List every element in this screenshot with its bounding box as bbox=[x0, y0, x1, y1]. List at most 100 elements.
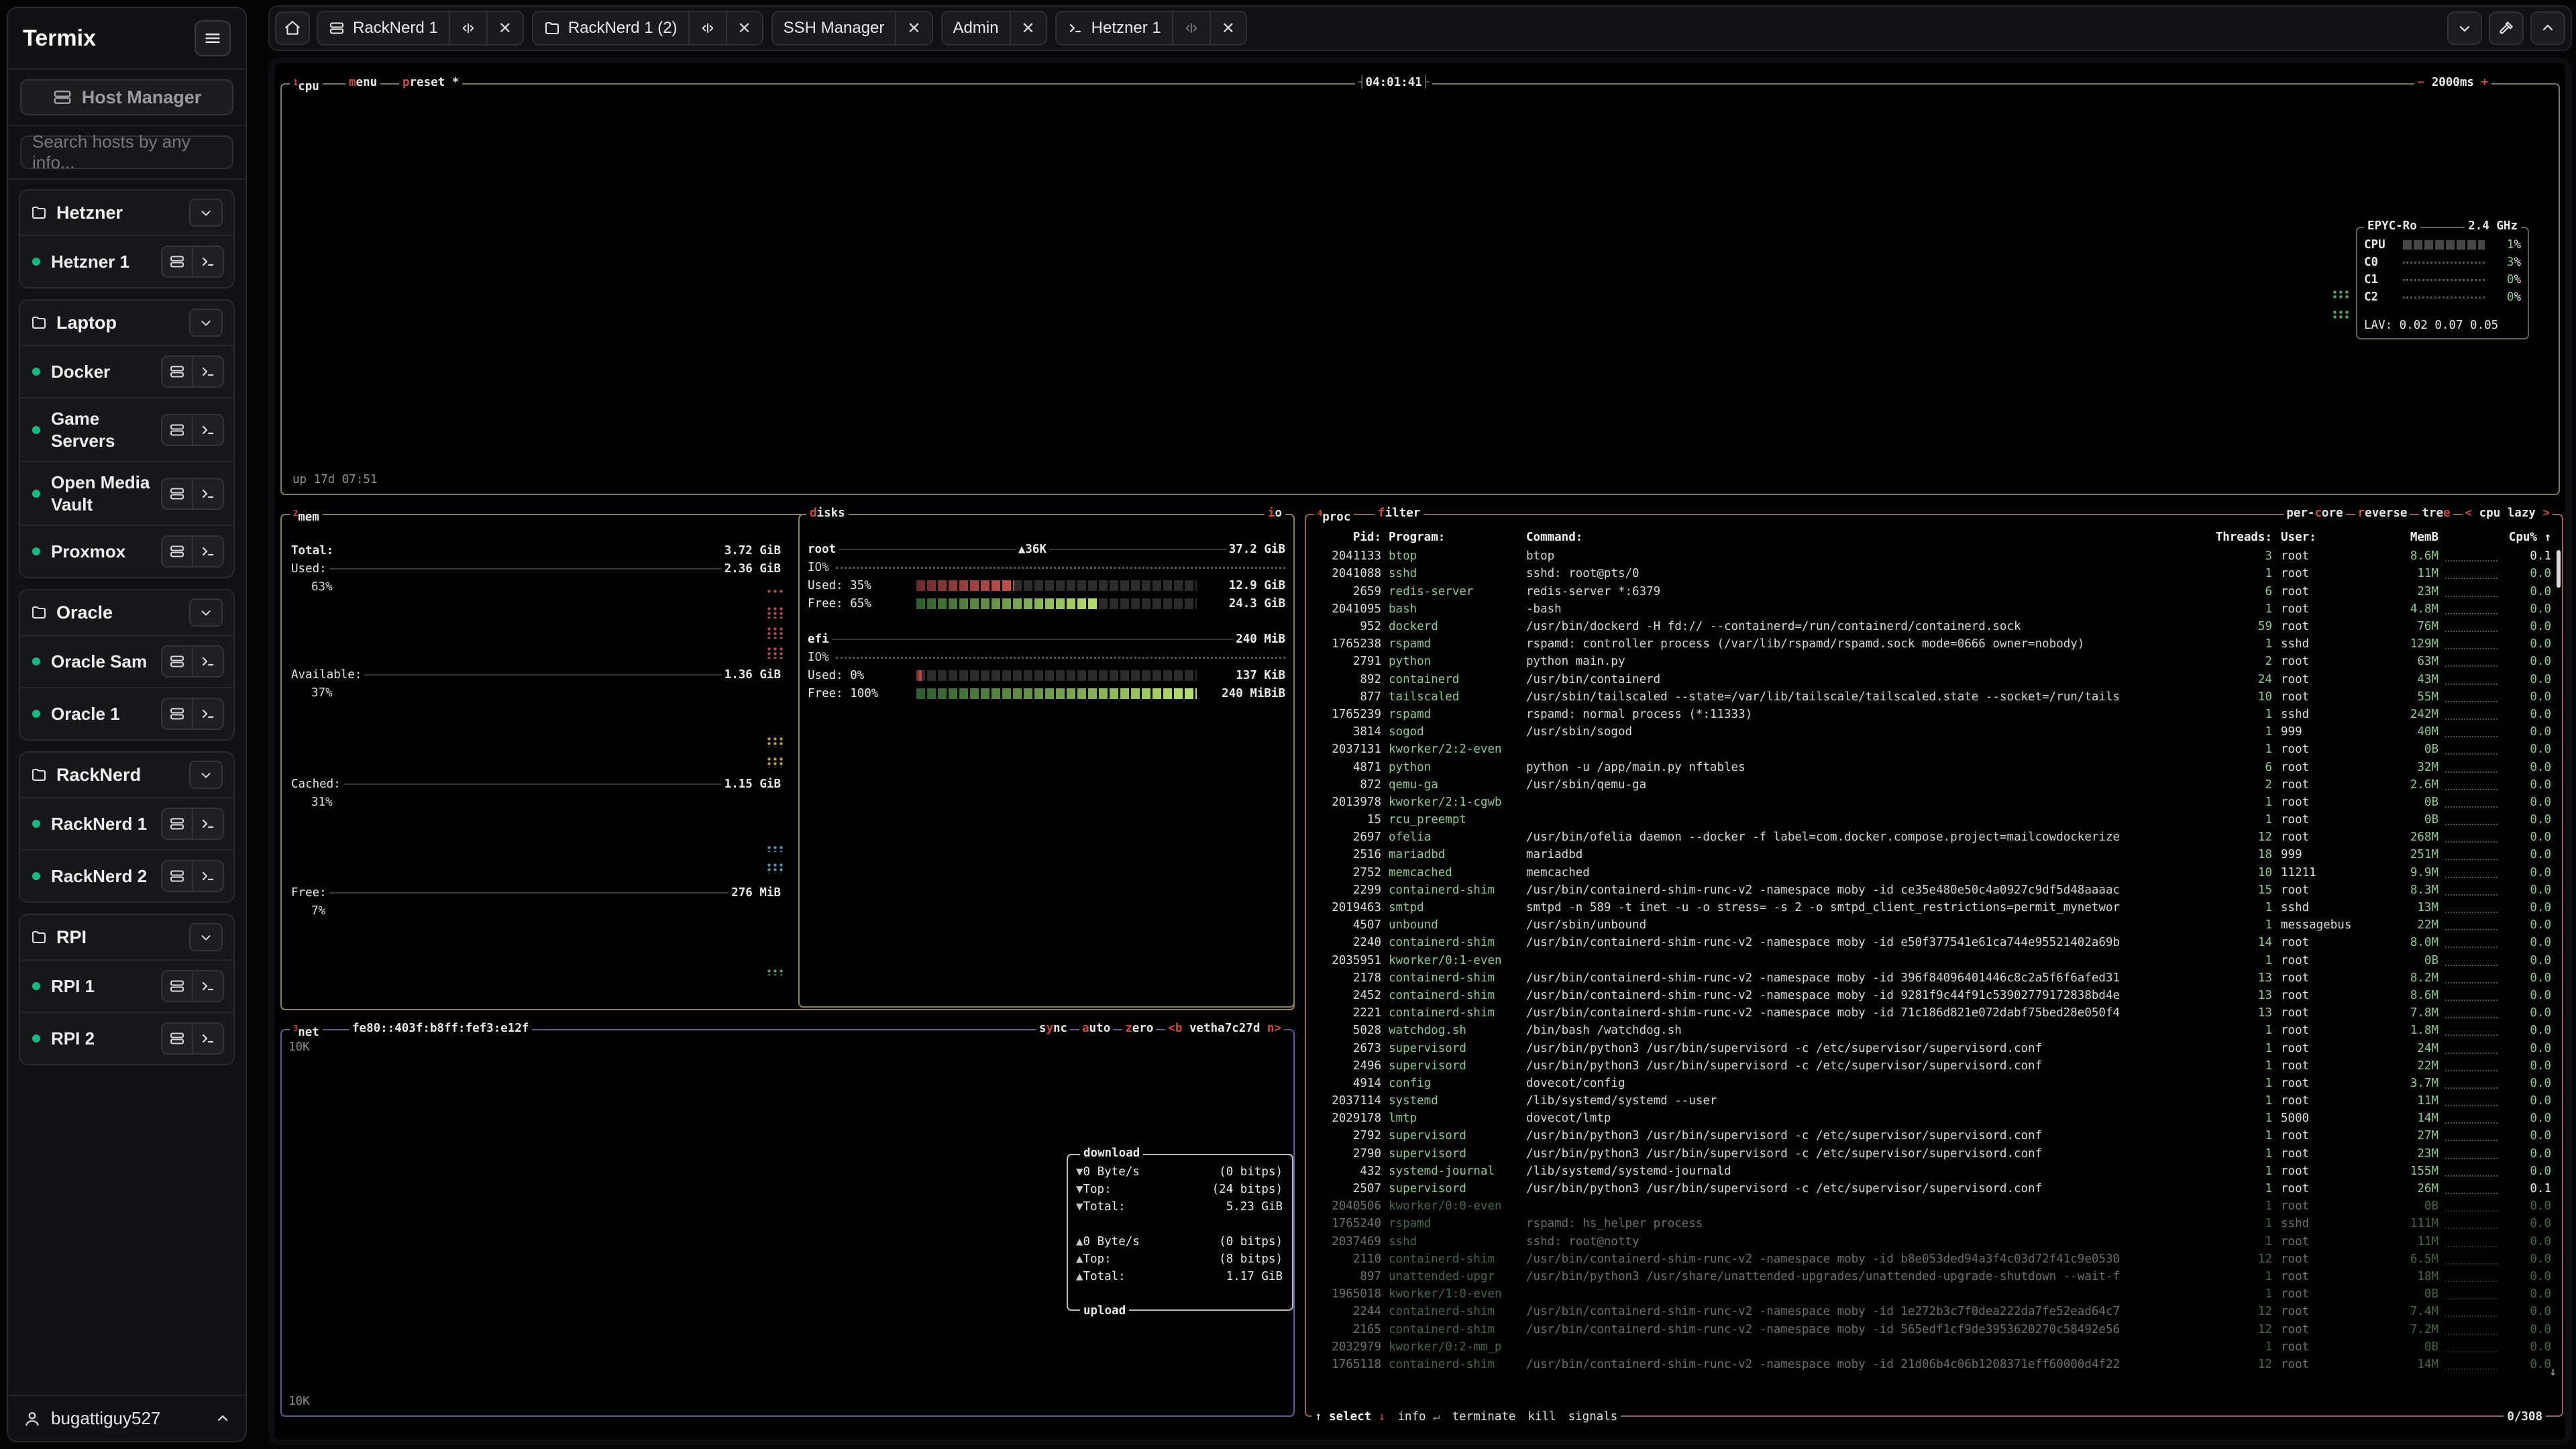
tab-close-button[interactable]: ✕ bbox=[726, 12, 762, 44]
group-collapse-button[interactable] bbox=[189, 923, 223, 951]
collapse-button[interactable] bbox=[2447, 11, 2482, 45]
tab[interactable]: Admin✕ bbox=[941, 11, 1047, 46]
process-row[interactable]: 4914configdovecot/config1root3.7M0.0 bbox=[1314, 1075, 2551, 1092]
proc-footer-terminate[interactable]: terminate bbox=[1452, 1410, 1516, 1424]
preset-button[interactable]: preset * bbox=[399, 74, 462, 91]
process-row[interactable]: 2037469sshdsshd: root@notty1root11M0.0 bbox=[1314, 1233, 2551, 1250]
process-row[interactable]: 1765238rspamdrspamd: controller process … bbox=[1314, 635, 2551, 653]
process-row[interactable]: 2035951kworker/0:1-even1root0B0.0 bbox=[1314, 952, 2551, 969]
process-row[interactable]: 2752memcachedmemcached10112119.9M0.0 bbox=[1314, 864, 2551, 881]
process-row[interactable]: 2240containerd-shim/usr/bin/containerd-s… bbox=[1314, 934, 2551, 951]
tab-close-button[interactable]: ✕ bbox=[486, 12, 523, 44]
host-server-button[interactable] bbox=[162, 1024, 192, 1053]
process-row[interactable]: 2516mariadbdmariadbd18999251M0.0 bbox=[1314, 846, 2551, 863]
tab-split-button[interactable] bbox=[449, 12, 486, 44]
mem-box-title[interactable]: 2mem bbox=[290, 504, 323, 526]
process-row[interactable]: 2452containerd-shim/usr/bin/containerd-s… bbox=[1314, 987, 2551, 1004]
host-row[interactable]: Open Media Vault bbox=[20, 461, 233, 525]
host-row[interactable]: RPI 1 bbox=[20, 959, 233, 1012]
sidebar-menu-button[interactable] bbox=[195, 20, 231, 56]
process-row[interactable]: 4507unbound/usr/sbin/unbound1messagebus2… bbox=[1314, 916, 2551, 934]
process-row[interactable]: 1765239rspamdrspamd: normal process (*:1… bbox=[1314, 706, 2551, 723]
process-row[interactable]: 2697ofelia/usr/bin/ofelia daemon --docke… bbox=[1314, 828, 2551, 846]
process-row[interactable]: 2673supervisord/usr/bin/python3 /usr/bin… bbox=[1314, 1039, 2551, 1057]
tab-close-button[interactable]: ✕ bbox=[1210, 12, 1246, 44]
host-terminal-button[interactable] bbox=[192, 537, 223, 566]
process-row[interactable]: 2041095bash-bash1root4.8M0.0 bbox=[1314, 600, 2551, 618]
process-row[interactable]: 2244containerd-shim/usr/bin/containerd-s… bbox=[1314, 1303, 2551, 1320]
process-row[interactable]: 2037131kworker/2:2-even1root0B0.0 bbox=[1314, 741, 2551, 758]
group-collapse-button[interactable] bbox=[189, 199, 223, 227]
host-terminal-button[interactable] bbox=[192, 971, 223, 1001]
process-row[interactable]: 432systemd-journal/lib/systemd/systemd-j… bbox=[1314, 1163, 2551, 1180]
host-terminal-button[interactable] bbox=[192, 1024, 223, 1053]
host-row[interactable]: Docker bbox=[20, 345, 233, 397]
process-row[interactable]: 2013978kworker/2:1-cgwb1root0B0.0 bbox=[1314, 794, 2551, 811]
process-row[interactable]: 2040506kworker/0:0-even1root0B0.0 bbox=[1314, 1197, 2551, 1215]
host-terminal-button[interactable] bbox=[192, 415, 223, 445]
process-row[interactable]: 2496supervisord/usr/bin/python3 /usr/bin… bbox=[1314, 1057, 2551, 1075]
tab-close-button[interactable]: ✕ bbox=[895, 12, 931, 44]
host-server-button[interactable] bbox=[162, 247, 192, 276]
tab-split-button[interactable] bbox=[1172, 12, 1210, 44]
process-row[interactable]: 2032979kworker/0:2-mm_p1root0B0.0 bbox=[1314, 1338, 2551, 1356]
process-row[interactable]: 872qemu-ga/usr/sbin/qemu-ga2root2.6M0.0 bbox=[1314, 776, 2551, 794]
process-row[interactable]: 2178containerd-shim/usr/bin/containerd-s… bbox=[1314, 969, 2551, 987]
host-server-button[interactable] bbox=[162, 537, 192, 566]
tab[interactable]: RackNerd 1 (2)✕ bbox=[532, 11, 763, 46]
host-server-button[interactable] bbox=[162, 415, 192, 445]
host-terminal-button[interactable] bbox=[192, 479, 223, 508]
process-row[interactable]: 2221containerd-shim/usr/bin/containerd-s… bbox=[1314, 1004, 2551, 1022]
proc-footer-kill[interactable]: kill bbox=[1527, 1410, 1556, 1424]
process-row[interactable]: 2037114systemd/lib/systemd/systemd --use… bbox=[1314, 1092, 2551, 1110]
host-server-button[interactable] bbox=[162, 809, 192, 839]
process-row[interactable]: 2041088sshdsshd: root@pts/01root11M0.0 bbox=[1314, 565, 2551, 582]
proc-scrollbar[interactable] bbox=[2557, 550, 2561, 588]
host-server-button[interactable] bbox=[162, 971, 192, 1001]
process-row[interactable]: 897unattended-upgr/usr/bin/python3 /usr/… bbox=[1314, 1268, 2551, 1285]
tab[interactable]: SSH Manager✕ bbox=[771, 11, 933, 46]
process-row[interactable]: 2110containerd-shim/usr/bin/containerd-s… bbox=[1314, 1250, 2551, 1268]
host-terminal-button[interactable] bbox=[192, 861, 223, 891]
process-row[interactable]: 2792supervisord/usr/bin/python3 /usr/bin… bbox=[1314, 1127, 2551, 1144]
filter-button[interactable]: filter bbox=[1375, 504, 1424, 522]
proc-sort-selector[interactable]: < cpu lazy > bbox=[2463, 504, 2553, 522]
proc-option-reverse[interactable]: reverse bbox=[2355, 504, 2410, 522]
proc-option-tree[interactable]: tree bbox=[2419, 504, 2453, 522]
group-collapse-button[interactable] bbox=[189, 598, 223, 627]
process-row[interactable]: 15rcu_preempt1root0B0.0 bbox=[1314, 811, 2551, 828]
host-server-button[interactable] bbox=[162, 479, 192, 508]
process-row[interactable]: 1765118containerd-shim/usr/bin/container… bbox=[1314, 1356, 2551, 1373]
host-terminal-button[interactable] bbox=[192, 647, 223, 676]
process-row[interactable]: 877tailscaled/usr/sbin/tailscaled --stat… bbox=[1314, 688, 2551, 706]
disks-box-title[interactable]: disks bbox=[806, 504, 849, 522]
user-menu[interactable]: bugattiguy527 bbox=[8, 1395, 246, 1441]
host-terminal-button[interactable] bbox=[192, 699, 223, 729]
host-manager-button[interactable]: Host Manager bbox=[20, 79, 233, 115]
net-device-selector[interactable]: <b vetha7c27d n> bbox=[1165, 1020, 1284, 1037]
cpu-box-title[interactable]: 1cpu bbox=[290, 74, 323, 95]
net-option-sync[interactable]: sync bbox=[1036, 1020, 1070, 1037]
host-terminal-button[interactable] bbox=[192, 247, 223, 276]
process-row[interactable]: 4871pythonpython -u /app/main.py nftable… bbox=[1314, 758, 2551, 775]
host-terminal-button[interactable] bbox=[192, 809, 223, 839]
host-row[interactable]: Game Servers bbox=[20, 397, 233, 461]
host-server-button[interactable] bbox=[162, 861, 192, 891]
search-input[interactable]: Search hosts by any info... bbox=[20, 136, 233, 169]
process-row[interactable]: 2165containerd-shim/usr/bin/containerd-s… bbox=[1314, 1320, 2551, 1338]
group-collapse-button[interactable] bbox=[189, 309, 223, 337]
host-row[interactable]: RackNerd 2 bbox=[20, 849, 233, 902]
host-terminal-button[interactable] bbox=[192, 357, 223, 386]
process-row[interactable]: 2791pythonpython main.py2root63M0.0 bbox=[1314, 653, 2551, 670]
process-row[interactable]: 3814sogod/usr/sbin/sogod199940M0.0 bbox=[1314, 723, 2551, 741]
tab-split-button[interactable] bbox=[688, 12, 726, 44]
process-row[interactable]: 2041133btopbtop3root8.6M0.1 bbox=[1314, 547, 2551, 565]
process-row[interactable]: 892containerd/usr/bin/containerd24root43… bbox=[1314, 671, 2551, 688]
tab-close-button[interactable]: ✕ bbox=[1010, 12, 1046, 44]
host-row[interactable]: Hetzner 1 bbox=[20, 235, 233, 287]
tab[interactable]: RackNerd 1✕ bbox=[317, 11, 524, 46]
net-option-auto[interactable]: auto bbox=[1079, 1020, 1113, 1037]
process-row[interactable]: 2299containerd-shim/usr/bin/containerd-s… bbox=[1314, 881, 2551, 899]
process-row[interactable]: 2507supervisord/usr/bin/python3 /usr/bin… bbox=[1314, 1180, 2551, 1197]
net-option-zero[interactable]: zero bbox=[1122, 1020, 1156, 1037]
